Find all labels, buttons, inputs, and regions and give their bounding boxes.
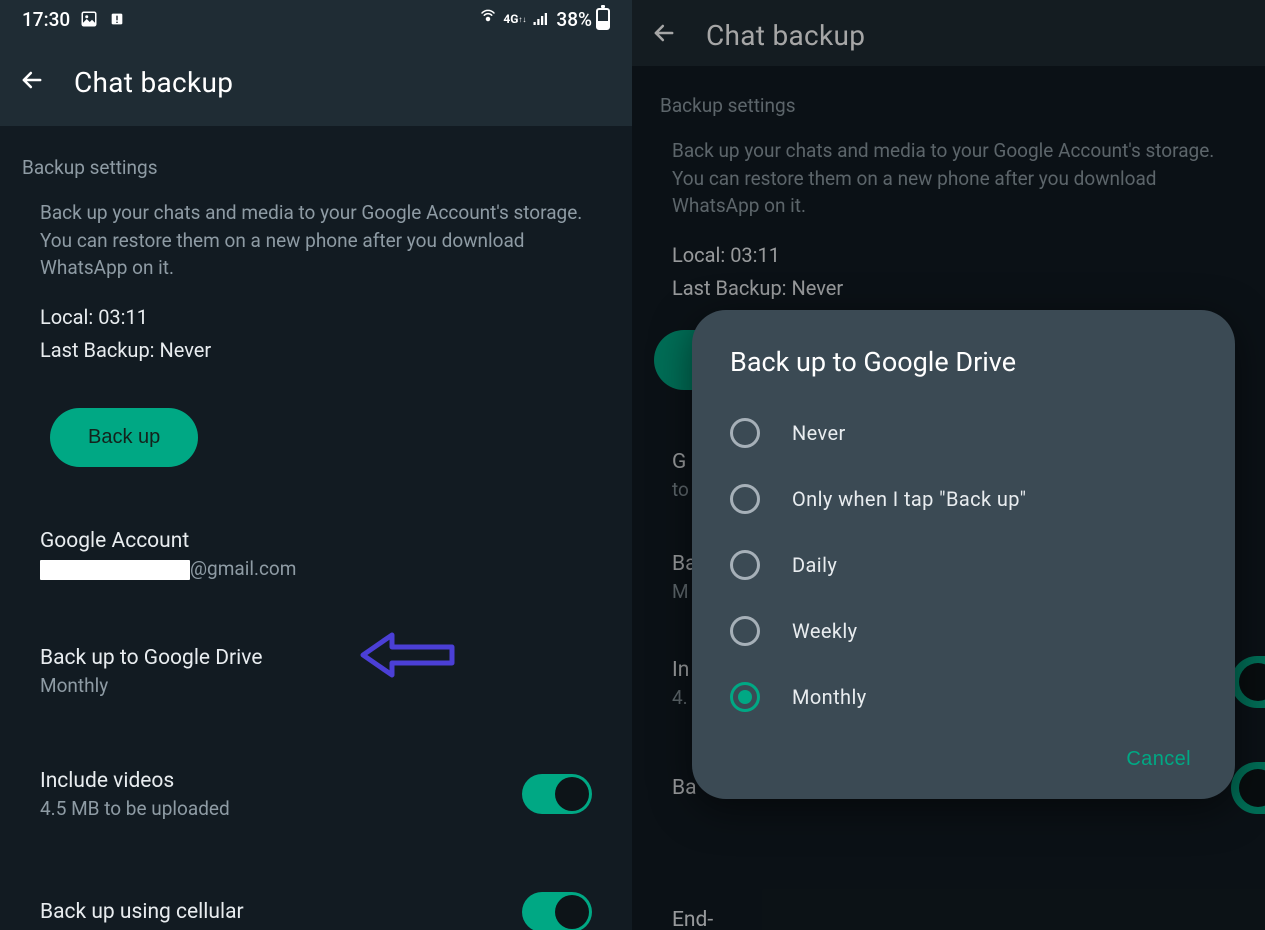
- app-bar: Chat backup: [0, 38, 632, 126]
- backup-button[interactable]: Back up: [50, 408, 198, 467]
- radio-icon: [730, 418, 760, 448]
- radio-label: Never: [792, 421, 846, 445]
- screen-dialog: Chat backup Backup settings Back up your…: [632, 0, 1265, 930]
- gdrive-value: Monthly: [40, 674, 592, 697]
- radio-option[interactable]: Only when I tap "Back up": [692, 466, 1235, 532]
- backup-description: Back up your chats and media to your Goo…: [22, 199, 610, 282]
- cellular-title: Back up using cellular: [40, 900, 522, 924]
- radio-label: Weekly: [792, 619, 858, 643]
- local-backup-time: Local: 03:11: [22, 302, 610, 333]
- radio-label: Only when I tap "Back up": [792, 487, 1026, 511]
- battery-percent: 38%: [556, 8, 592, 31]
- signal-icon: [532, 10, 550, 28]
- radio-option[interactable]: Daily: [692, 532, 1235, 598]
- data-4g-icon: 4G↑↓: [503, 10, 526, 28]
- back-button[interactable]: [18, 66, 46, 98]
- include-videos-title: Include videos: [40, 769, 522, 793]
- page-title: Chat backup: [74, 66, 233, 99]
- cancel-button[interactable]: Cancel: [1126, 748, 1191, 771]
- radio-label: Daily: [792, 553, 837, 577]
- radio-icon: [730, 682, 760, 712]
- radio-option[interactable]: Weekly: [692, 598, 1235, 664]
- radio-option[interactable]: Never: [692, 400, 1235, 466]
- include-videos-sub: 4.5 MB to be uploaded: [40, 797, 522, 820]
- backup-to-gdrive-item[interactable]: Back up to Google Drive Monthly: [22, 626, 610, 715]
- screen-settings: 17:30 4G↑↓ 38% Chat backup: [0, 0, 632, 930]
- radio-option[interactable]: Monthly: [692, 664, 1235, 730]
- dialog-title: Back up to Google Drive: [692, 346, 1235, 400]
- alert-icon: [108, 10, 126, 28]
- radio-icon: [730, 616, 760, 646]
- section-label: Backup settings: [22, 156, 610, 179]
- radio-list: Never Only when I tap "Back up" Daily Weekl…: [692, 400, 1235, 730]
- google-account-title: Google Account: [40, 529, 592, 553]
- include-videos-item[interactable]: Include videos 4.5 MB to be uploaded: [22, 749, 610, 838]
- radio-icon: [730, 550, 760, 580]
- last-backup: Last Backup: Never: [22, 335, 610, 366]
- include-videos-toggle[interactable]: [522, 774, 592, 814]
- image-icon: [80, 10, 98, 28]
- battery-icon: [596, 8, 610, 30]
- gdrive-title: Back up to Google Drive: [40, 646, 592, 670]
- radio-icon: [730, 484, 760, 514]
- status-bar: 17:30 4G↑↓ 38%: [0, 0, 632, 38]
- google-account-email: @gmail.com: [40, 557, 592, 580]
- google-account-item[interactable]: Google Account @gmail.com: [22, 509, 610, 598]
- cellular-backup-item[interactable]: Back up using cellular: [22, 872, 610, 930]
- status-time: 17:30: [22, 8, 70, 31]
- radio-label: Monthly: [792, 685, 867, 709]
- redacted-email-part: [40, 560, 190, 580]
- gdrive-frequency-dialog: Back up to Google Drive Never Only when I…: [692, 310, 1235, 799]
- cellular-toggle[interactable]: [522, 892, 592, 930]
- hotspot-icon: [479, 10, 497, 28]
